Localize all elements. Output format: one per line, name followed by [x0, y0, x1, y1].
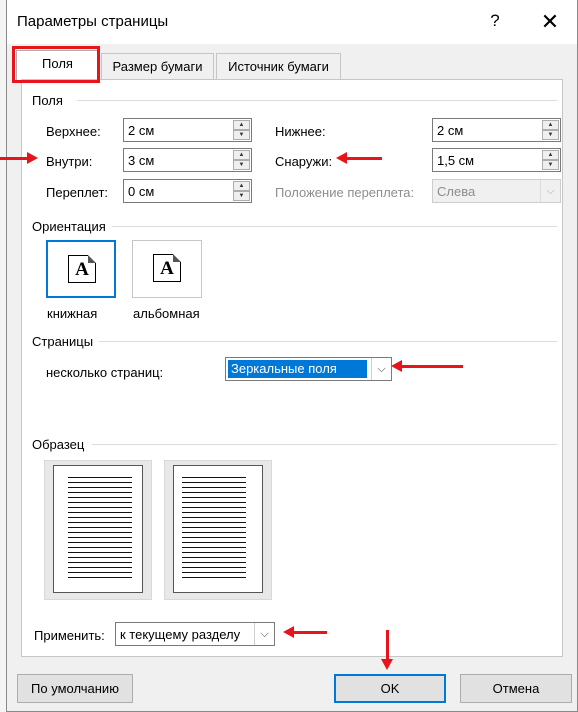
spin-down-icon[interactable]: ▼: [542, 160, 559, 170]
spin-down-icon[interactable]: ▼: [542, 130, 559, 140]
gutter-value: 0 см: [128, 184, 155, 199]
portrait-page-icon: A: [68, 255, 96, 283]
outside-arrow-annotation: [336, 152, 382, 164]
title-bar: Параметры страницы ? ✕: [7, 0, 577, 44]
preview-left-page-frame: [44, 460, 152, 600]
help-button[interactable]: ?: [482, 11, 508, 35]
margins-group-divider: [77, 100, 557, 101]
portrait-orientation-button[interactable]: A: [46, 240, 116, 298]
spin-up-icon[interactable]: ▲: [233, 120, 250, 130]
outside-margin-spinner[interactable]: 1,5 см ▲ ▼: [432, 148, 561, 172]
bottom-margin-value: 2 см: [437, 123, 464, 138]
apply-to-dropdown[interactable]: к текущему разделу ⌵: [115, 622, 275, 646]
preview-right-page: [173, 465, 263, 593]
spin-up-icon[interactable]: ▲: [233, 150, 250, 160]
spin-down-icon[interactable]: ▼: [233, 130, 250, 140]
preview-group-divider: [92, 444, 557, 445]
top-margin-spinner[interactable]: 2 см ▲ ▼: [123, 118, 252, 142]
pages-group-heading: Страницы: [32, 334, 100, 349]
bottom-margin-label: Нижнее:: [275, 124, 326, 139]
preview-left-page: [53, 465, 143, 593]
landscape-glyph: A: [160, 258, 174, 279]
margins-group-heading: Поля: [32, 93, 69, 108]
portrait-label[interactable]: книжная: [47, 306, 97, 321]
chevron-down-icon[interactable]: ⌵: [254, 623, 274, 645]
cancel-button[interactable]: Отмена: [460, 674, 572, 703]
spin-up-icon[interactable]: ▲: [542, 120, 559, 130]
close-button[interactable]: ✕: [535, 8, 565, 36]
apply-arrow-annotation: [283, 626, 327, 638]
orientation-group-divider: [110, 226, 557, 227]
chevron-down-icon[interactable]: ⌵: [371, 358, 391, 380]
multiple-pages-value: Зеркальные поля: [228, 360, 367, 378]
chevron-down-icon: ⌵: [540, 180, 560, 202]
inside-margin-spinner[interactable]: 3 см ▲ ▼: [123, 148, 252, 172]
inside-arrow-annotation: [0, 152, 38, 164]
orientation-group-heading: Ориентация: [32, 219, 112, 234]
dialog-title: Параметры страницы: [17, 13, 169, 30]
multiple-pages-label: несколько страниц:: [46, 365, 164, 380]
spin-down-icon[interactable]: ▼: [233, 160, 250, 170]
tab-highlight-box: [12, 46, 100, 83]
top-margin-value: 2 см: [128, 123, 155, 138]
pages-arrow-annotation: [391, 360, 463, 372]
ok-button[interactable]: OK: [334, 674, 446, 703]
gutter-position-value: Слева: [437, 184, 476, 199]
ok-arrow-annotation: [381, 630, 393, 670]
landscape-orientation-button[interactable]: A: [132, 240, 202, 298]
set-as-default-button[interactable]: По умолчанию: [17, 674, 133, 703]
spin-down-icon[interactable]: ▼: [233, 191, 250, 201]
gutter-spinner[interactable]: 0 см ▲ ▼: [123, 179, 252, 203]
multiple-pages-dropdown[interactable]: Зеркальные поля ⌵: [225, 357, 392, 381]
spin-up-icon[interactable]: ▲: [542, 150, 559, 160]
gutter-label: Переплет:: [46, 185, 109, 200]
apply-to-value: к текущему разделу: [120, 627, 241, 642]
portrait-glyph: A: [75, 259, 89, 280]
bottom-margin-spinner[interactable]: 2 см ▲ ▼: [432, 118, 561, 142]
inside-margin-label: Внутри:: [46, 154, 93, 169]
tab-paper-size[interactable]: Размер бумаги: [101, 53, 214, 80]
preview-right-page-frame: [164, 460, 272, 600]
gutter-position-label: Положение переплета:: [275, 185, 415, 200]
preview-group-heading: Образец: [32, 437, 91, 452]
apply-to-label: Применить:: [34, 628, 105, 643]
tab-paper-source[interactable]: Источник бумаги: [216, 53, 341, 80]
spin-up-icon[interactable]: ▲: [233, 181, 250, 191]
pages-group-divider: [97, 341, 557, 342]
outside-margin-value: 1,5 см: [437, 153, 475, 168]
landscape-page-icon: A: [153, 254, 181, 282]
landscape-label[interactable]: альбомная: [133, 306, 200, 321]
top-margin-label: Верхнее:: [46, 124, 101, 139]
outside-margin-label: Снаружи:: [275, 154, 333, 169]
gutter-position-dropdown: Слева ⌵: [432, 179, 561, 203]
page-setup-dialog: Параметры страницы ? ✕ Поля Размер бумаг…: [6, 0, 578, 712]
inside-margin-value: 3 см: [128, 153, 155, 168]
